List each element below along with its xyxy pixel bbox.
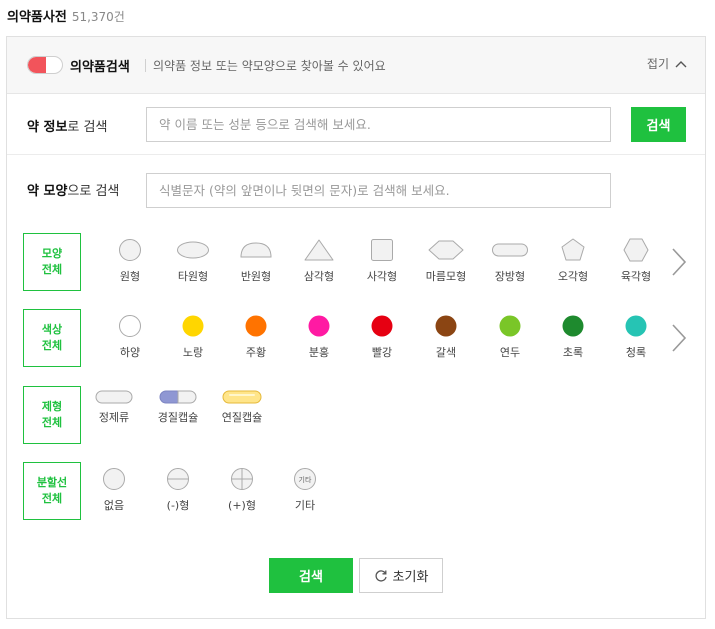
shape-option-hexagon[interactable]: 육각형: [605, 233, 667, 291]
color-option-brown[interactable]: 갈색: [415, 309, 477, 367]
color-option-red[interactable]: 빨강: [351, 309, 413, 367]
search-toggle[interactable]: [27, 56, 63, 74]
pentagon-icon: [561, 238, 585, 261]
color-swatch-icon: [371, 315, 393, 337]
color-option-green[interactable]: 초록: [542, 309, 604, 367]
soft-capsule-icon: [222, 390, 262, 404]
plus-line-icon: [231, 468, 253, 490]
color-option-lime[interactable]: 연두: [479, 309, 541, 367]
form-option-tablet[interactable]: 정제류: [83, 386, 145, 444]
color-option-teal[interactable]: 청록: [605, 309, 667, 367]
color-swatch-icon: [245, 315, 267, 337]
half-circle-icon: [240, 242, 272, 258]
hexagon-icon: [623, 238, 649, 262]
collapse-button[interactable]: 접기: [647, 55, 687, 72]
circle-icon: [119, 239, 141, 261]
split-option-minus[interactable]: (-)형: [147, 462, 209, 520]
shape-option-rhombus[interactable]: 마름모형: [415, 233, 477, 291]
split-option-other[interactable]: 기타 기타: [274, 462, 336, 520]
color-option-pink[interactable]: 분홍: [288, 309, 350, 367]
info-search-input[interactable]: [146, 107, 611, 142]
other-glyph: 기타: [299, 475, 312, 484]
shape-search-label: 약 모양으로 검색: [27, 184, 120, 199]
color-swatch-icon: [119, 315, 141, 337]
other-line-icon: 기타: [294, 468, 316, 490]
split-filter-row: 분할선 전체 없음 (-)형 (+)형 기타 기타: [23, 462, 703, 522]
reset-label: 초기화: [392, 570, 429, 585]
color-swatch-icon: [182, 315, 204, 337]
panel-title: 의약품검색: [70, 60, 130, 75]
search-button[interactable]: 검색: [269, 558, 353, 593]
color-swatch-icon: [499, 315, 521, 337]
form-filter-row: 제형 전체 정제류 경질캡슐 연질캡슐: [23, 386, 703, 446]
color-option-white[interactable]: 하양: [99, 309, 161, 367]
reset-button[interactable]: 초기화: [359, 558, 443, 593]
shape-all-button[interactable]: 모양 전체: [23, 233, 81, 291]
info-search-row: 약 정보로 검색 검색: [7, 95, 705, 155]
no-line-icon: [103, 468, 125, 490]
rectangle-pill-icon: [492, 243, 528, 257]
form-option-hard-capsule[interactable]: 경질캡슐: [147, 386, 209, 444]
color-swatch-icon: [625, 315, 647, 337]
tablet-icon: [95, 390, 133, 404]
panel-header: 의약품검색 의약품 정보 또는 약모양으로 찾아볼 수 있어요 접기: [7, 37, 705, 94]
result-count: 51,370건: [71, 10, 125, 24]
info-search-button[interactable]: 검색: [631, 107, 686, 142]
info-search-label: 약 정보로 검색: [27, 120, 108, 135]
shape-option-rectangle[interactable]: 장방형: [479, 233, 541, 291]
shape-option-square[interactable]: 사각형: [351, 233, 413, 291]
toggle-knob: [28, 57, 46, 73]
shape-next-arrow-icon[interactable]: [669, 247, 689, 277]
square-icon: [371, 239, 393, 261]
shape-search-row: 약 모양으로 검색: [7, 159, 705, 219]
shape-option-triangle[interactable]: 삼각형: [288, 233, 350, 291]
imprint-search-input[interactable]: [146, 173, 611, 208]
color-swatch-icon: [435, 315, 457, 337]
collapse-label: 접기: [646, 57, 669, 71]
split-option-plus[interactable]: (+)형: [211, 462, 273, 520]
color-swatch-icon: [308, 315, 330, 337]
minus-line-icon: [167, 468, 189, 490]
color-option-orange[interactable]: 주황: [225, 309, 287, 367]
form-option-soft-capsule[interactable]: 연질캡슐: [211, 386, 273, 444]
page-title: 의약품사전: [7, 10, 67, 25]
color-swatch-icon: [562, 315, 584, 337]
oval-icon: [177, 241, 209, 259]
shape-option-oval[interactable]: 타원형: [162, 233, 224, 291]
rhombus-icon: [428, 240, 464, 260]
shape-filter-row: 모양 전체 원형 타원형 반원형 삼각형 사각형 마름모형 장방형 오각형 육각…: [23, 233, 703, 293]
shape-option-pentagon[interactable]: 오각형: [542, 233, 604, 291]
refresh-icon: [375, 569, 387, 582]
shape-option-half-circle[interactable]: 반원형: [225, 233, 287, 291]
divider: [145, 59, 146, 72]
split-all-button[interactable]: 분할선 전체: [23, 462, 81, 520]
color-filter-row: 색상 전체 하양 노랑 주황 분홍 빨강 갈색 연두 초록 청록: [23, 309, 703, 369]
form-all-button[interactable]: 제형 전체: [23, 386, 81, 444]
split-option-none[interactable]: 없음: [83, 462, 145, 520]
shape-option-circle[interactable]: 원형: [99, 233, 161, 291]
chevron-up-icon: [675, 60, 687, 67]
hard-capsule-icon: [159, 390, 197, 404]
color-option-yellow[interactable]: 노랑: [162, 309, 224, 367]
panel-description: 의약품 정보 또는 약모양으로 찾아볼 수 있어요: [153, 59, 386, 73]
search-panel: 의약품검색 의약품 정보 또는 약모양으로 찾아볼 수 있어요 접기 약 정보로…: [6, 36, 706, 619]
color-next-arrow-icon[interactable]: [669, 323, 689, 353]
page-header: 의약품사전 51,370건: [7, 6, 125, 25]
triangle-icon: [304, 239, 334, 261]
color-all-button[interactable]: 색상 전체: [23, 309, 81, 367]
